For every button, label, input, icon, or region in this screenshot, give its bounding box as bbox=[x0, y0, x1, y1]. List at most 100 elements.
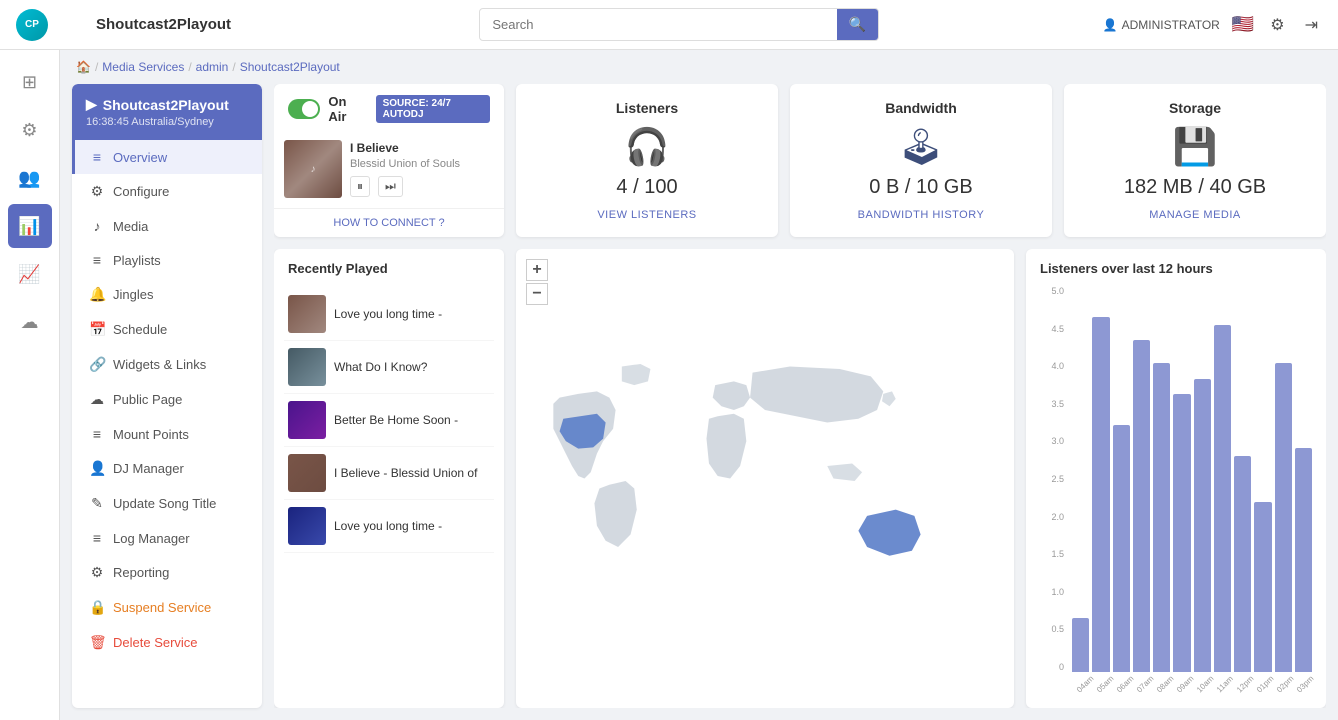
chart-bar bbox=[1254, 502, 1271, 672]
zoom-out-button[interactable]: − bbox=[526, 283, 548, 305]
nav-reporting[interactable]: ⚙ Reporting bbox=[72, 555, 262, 590]
map-zoom-controls: + − bbox=[526, 259, 548, 305]
page-title: Shoutcast2Playout bbox=[96, 16, 256, 33]
nav-jingles[interactable]: 🔔 Jingles bbox=[72, 277, 262, 312]
x-label: 03pm bbox=[1295, 673, 1316, 694]
sidebar-icon-reports[interactable]: 📈 bbox=[8, 252, 52, 296]
search-button[interactable]: 🔍 bbox=[837, 9, 878, 40]
play-icon: ▶ bbox=[86, 96, 97, 113]
chart-bar bbox=[1173, 394, 1190, 672]
chart-bar bbox=[1072, 618, 1089, 672]
x-label: 04am bbox=[1075, 673, 1096, 694]
nav-overview[interactable]: ≡ Overview bbox=[72, 140, 262, 174]
x-label: 02pm bbox=[1275, 673, 1296, 694]
search-input[interactable] bbox=[480, 11, 837, 38]
nav-mount-points-label: Mount Points bbox=[113, 427, 189, 442]
nav-media[interactable]: ♪ Media bbox=[72, 209, 262, 243]
nav-dj-icon: 👤 bbox=[89, 460, 105, 477]
sidebar-icon-cloud[interactable]: ☁ bbox=[8, 300, 52, 344]
nav-dj-manager[interactable]: 👤 DJ Manager bbox=[72, 451, 262, 486]
nav-configure-label: Configure bbox=[113, 184, 169, 199]
sidebar-icon-dashboard[interactable]: ⊞ bbox=[8, 60, 52, 104]
track-thumb-2 bbox=[288, 348, 326, 386]
track-item[interactable]: What Do I Know? bbox=[284, 341, 494, 394]
nav-public-page-icon: ☁ bbox=[89, 391, 105, 408]
nav-log-label: Log Manager bbox=[113, 531, 190, 546]
settings-button[interactable]: ⚙ bbox=[1266, 11, 1288, 39]
breadcrumb: 🏠 / Media Services / admin / Shoutcast2P… bbox=[60, 50, 1338, 84]
y-label: 4.5 bbox=[1040, 324, 1064, 334]
storage-value: 182 MB / 40 GB bbox=[1124, 176, 1266, 199]
bottom-cards: Recently Played Love you long time - Wha… bbox=[274, 249, 1326, 708]
nav-public-page[interactable]: ☁ Public Page bbox=[72, 382, 262, 417]
listeners-value: 4 / 100 bbox=[616, 176, 677, 199]
service-sidebar: ▶ Shoutcast2Playout 16:38:45 Australia/S… bbox=[72, 84, 262, 708]
nav-suspend-label: Suspend Service bbox=[113, 600, 211, 615]
chart-area: 5.04.54.03.53.02.52.01.51.00.50 04am05am… bbox=[1040, 286, 1312, 696]
bandwidth-value: 0 B / 10 GB bbox=[869, 176, 972, 199]
nav-playlists[interactable]: ≡ Playlists bbox=[72, 243, 262, 277]
chart-bar bbox=[1092, 317, 1109, 672]
nav-log-manager[interactable]: ≡ Log Manager bbox=[72, 521, 262, 555]
breadcrumb-media-services[interactable]: Media Services bbox=[102, 60, 184, 74]
chart-bar bbox=[1275, 363, 1292, 672]
track-name-4: I Believe - Blessid Union of bbox=[334, 466, 490, 480]
storage-title: Storage bbox=[1169, 100, 1221, 116]
breadcrumb-home-icon[interactable]: 🏠 bbox=[76, 60, 91, 74]
nav-update-song[interactable]: ✎ Update Song Title bbox=[72, 486, 262, 521]
listeners-title: Listeners bbox=[616, 100, 678, 116]
onair-card: On Air SOURCE: 24/7 AUTODJ ♪ I Believe B… bbox=[274, 84, 504, 237]
track-item[interactable]: Love you long time - bbox=[284, 500, 494, 553]
zoom-in-button[interactable]: + bbox=[526, 259, 548, 281]
nav-schedule[interactable]: 📅 Schedule bbox=[72, 312, 262, 347]
nav-update-song-icon: ✎ bbox=[89, 495, 105, 512]
x-label: 05am bbox=[1095, 673, 1116, 694]
x-label: 06am bbox=[1115, 673, 1136, 694]
onair-toggle[interactable] bbox=[288, 99, 320, 119]
track-item[interactable]: I Believe - Blessid Union of bbox=[284, 447, 494, 500]
user-icon: 👤 bbox=[1103, 18, 1118, 32]
nav-delete-icon: 🗑 bbox=[89, 634, 105, 651]
nav-configure[interactable]: ⚙ Configure bbox=[72, 174, 262, 209]
view-listeners-link[interactable]: VIEW LISTENERS bbox=[597, 209, 696, 221]
how-to-connect[interactable]: HOW TO CONNECT ? bbox=[274, 208, 504, 237]
x-label: 12pm bbox=[1235, 673, 1256, 694]
map-card: + − bbox=[516, 249, 1014, 708]
breadcrumb-admin[interactable]: admin bbox=[196, 60, 229, 74]
bandwidth-history-link[interactable]: BANDWIDTH HISTORY bbox=[858, 209, 985, 221]
source-badge: SOURCE: 24/7 AUTODJ bbox=[376, 95, 490, 123]
nav-suspend[interactable]: 🔒 Suspend Service bbox=[72, 590, 262, 625]
track-thumb-4 bbox=[288, 454, 326, 492]
nav-configure-icon: ⚙ bbox=[89, 183, 105, 200]
track-name-5: Love you long time - bbox=[334, 519, 490, 533]
nav-delete[interactable]: 🗑 Delete Service bbox=[72, 625, 262, 660]
chart-bar bbox=[1113, 425, 1130, 672]
skip-button[interactable]: ⏭ bbox=[378, 176, 403, 197]
sidebar-icon-users[interactable]: 👥 bbox=[8, 156, 52, 200]
chart-x-labels: 04am05am06am07am08am09am10am11am12pm01pm… bbox=[1072, 674, 1312, 696]
nav-jingles-icon: 🔔 bbox=[89, 286, 105, 303]
chart-y-labels: 5.04.54.03.53.02.52.01.51.00.50 bbox=[1040, 286, 1068, 672]
pause-button[interactable]: ⏸ bbox=[350, 176, 370, 197]
chart-bar bbox=[1295, 448, 1312, 672]
manage-media-link[interactable]: MANAGE MEDIA bbox=[1149, 209, 1241, 221]
logout-button[interactable]: ⇥ bbox=[1301, 11, 1322, 39]
service-header: ▶ Shoutcast2Playout 16:38:45 Australia/S… bbox=[72, 84, 262, 140]
sidebar-icon-stats[interactable]: 📊 bbox=[8, 204, 52, 248]
track-item[interactable]: Better Be Home Soon - bbox=[284, 394, 494, 447]
breadcrumb-current: Shoutcast2Playout bbox=[240, 60, 340, 74]
icon-sidebar: ⊞ ⚙ 👥 📊 📈 ☁ bbox=[0, 50, 60, 720]
y-label: 3.5 bbox=[1040, 399, 1064, 409]
nav-overview-icon: ≡ bbox=[89, 149, 105, 165]
nav-mount-points[interactable]: ≡ Mount Points bbox=[72, 417, 262, 451]
recently-played-card: Recently Played Love you long time - Wha… bbox=[274, 249, 504, 708]
y-label: 3.0 bbox=[1040, 436, 1064, 446]
nav-widgets[interactable]: 🔗 Widgets & Links bbox=[72, 347, 262, 382]
onair-header: On Air SOURCE: 24/7 AUTODJ bbox=[274, 84, 504, 134]
song-title: I Believe bbox=[350, 141, 494, 155]
y-label: 5.0 bbox=[1040, 286, 1064, 296]
sidebar-icon-settings[interactable]: ⚙ bbox=[8, 108, 52, 152]
content-area: ▶ Shoutcast2Playout 16:38:45 Australia/S… bbox=[60, 84, 1338, 720]
nav-playlists-label: Playlists bbox=[113, 253, 161, 268]
track-item[interactable]: Love you long time - bbox=[284, 288, 494, 341]
